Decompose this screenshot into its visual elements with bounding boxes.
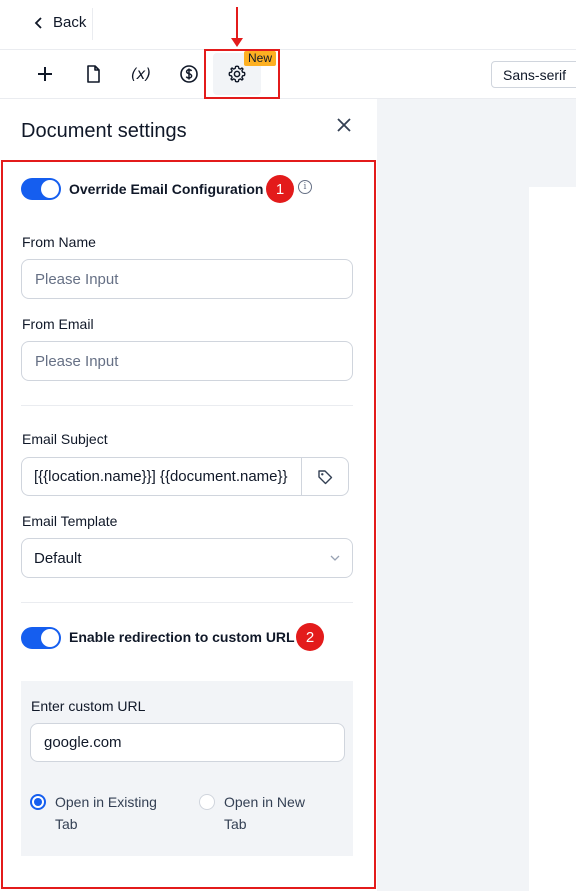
open-existing-tab-label: Open in Existing Tab [55, 794, 157, 832]
document-icon [87, 65, 100, 83]
insert-tag-button[interactable] [301, 457, 349, 496]
email-template-label: Email Template [22, 513, 118, 529]
top-bar: Back [0, 0, 576, 50]
add-element-button[interactable] [28, 59, 62, 89]
pricing-button[interactable] [172, 59, 206, 89]
annotation-badge-1: 1 [266, 175, 294, 203]
from-email-input[interactable]: Please Input [21, 341, 353, 381]
chevron-down-icon [330, 555, 340, 561]
document-page[interactable] [529, 187, 576, 891]
annotation-badge-2: 2 [296, 623, 324, 651]
redirect-url-label: Enable redirection to custom URL [69, 629, 295, 645]
variables-button[interactable]: (x) [124, 59, 158, 89]
chevron-left-icon [34, 16, 42, 29]
info-icon[interactable]: i [298, 180, 312, 194]
override-email-toggle[interactable] [21, 178, 61, 200]
annotation-arrow-head [231, 38, 243, 47]
email-template-select[interactable]: Default [21, 538, 353, 578]
redirect-url-toggle[interactable] [21, 627, 61, 649]
from-email-label: From Email [22, 316, 94, 332]
open-existing-tab-radio[interactable] [30, 794, 46, 810]
pages-button[interactable] [76, 59, 110, 89]
from-name-input[interactable]: Please Input [21, 259, 353, 299]
settings-highlight-box [204, 49, 280, 99]
editor-toolbar: (x) [0, 50, 576, 99]
plus-icon [38, 67, 52, 81]
override-email-label: Override Email Configuration [69, 181, 264, 197]
from-name-label: From Name [22, 234, 96, 250]
dollar-icon [180, 65, 198, 83]
email-subject-label: Email Subject [22, 431, 108, 447]
open-new-tab-radio[interactable] [199, 794, 215, 810]
section-divider [21, 602, 353, 603]
custom-url-input[interactable]: google.com [30, 723, 345, 762]
email-template-value: Default [34, 549, 82, 567]
topbar-divider [92, 8, 93, 40]
back-button[interactable]: Back [33, 14, 86, 31]
font-family-select[interactable]: Sans-serif [491, 61, 576, 88]
variable-icon: (x) [130, 65, 152, 83]
open-new-tab-label: Open in New Tab [224, 794, 305, 832]
section-divider [21, 405, 353, 406]
panel-title: Document settings [21, 120, 187, 142]
tag-icon [318, 469, 333, 484]
email-subject-input[interactable]: [{{location.name}}] {{document.name}} [21, 457, 302, 496]
back-label: Back [53, 14, 87, 31]
close-icon[interactable] [334, 115, 354, 135]
custom-url-label: Enter custom URL [31, 698, 146, 714]
